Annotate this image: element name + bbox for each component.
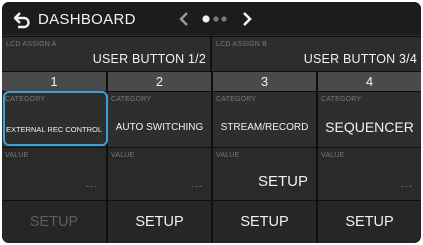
page-dot-3 xyxy=(221,16,227,22)
category-value: SEQUENCER xyxy=(325,119,414,135)
value-cell-3[interactable]: VALUE SETUP xyxy=(213,148,316,200)
category-cell-4[interactable]: CATEGORY SEQUENCER xyxy=(318,92,421,147)
page-dot-1 xyxy=(202,15,210,23)
value-label: VALUE xyxy=(5,152,29,159)
dashboard-screen: DASHBOARD LCD ASSIGN A USER BUTTON 1/2 L… xyxy=(2,2,421,243)
value-label: VALUE xyxy=(216,152,240,159)
category-label: CATEGORY xyxy=(5,96,46,103)
lcd-assign-a-value: USER BUTTON 1/2 xyxy=(92,52,206,66)
value-cell-4[interactable]: VALUE --- xyxy=(318,148,421,200)
value-text: --- xyxy=(401,181,413,191)
lcd-assign-b-label: LCD ASSIGN B xyxy=(216,41,268,48)
value-label: VALUE xyxy=(321,152,345,159)
category-cell-1[interactable]: CATEGORY EXTERNAL REC CONTROL xyxy=(2,92,106,147)
page-title: DASHBOARD xyxy=(38,11,136,28)
category-cell-2[interactable]: CATEGORY AUTO SWITCHING xyxy=(108,92,211,147)
header-bar: DASHBOARD xyxy=(2,2,421,36)
value-cell-2[interactable]: VALUE --- xyxy=(108,148,211,200)
lcd-assign-a[interactable]: LCD ASSIGN A USER BUTTON 1/2 xyxy=(2,37,210,71)
lcd-assign-a-label: LCD ASSIGN A xyxy=(6,41,57,48)
category-label: CATEGORY xyxy=(216,96,257,103)
channel-number-3: 3 xyxy=(213,72,316,91)
lcd-assign-b-value: USER BUTTON 3/4 xyxy=(303,52,417,66)
category-cell-3[interactable]: CATEGORY STREAM/RECORD xyxy=(213,92,316,147)
lcd-assign-b[interactable]: LCD ASSIGN B USER BUTTON 3/4 xyxy=(212,37,421,71)
category-label: CATEGORY xyxy=(111,96,152,103)
value-cell-1[interactable]: VALUE --- xyxy=(2,148,106,200)
back-return-icon[interactable] xyxy=(12,10,32,30)
channel-number-2: 2 xyxy=(108,72,211,91)
page-indicator xyxy=(202,15,227,23)
value-setup-text: SETUP xyxy=(257,173,308,190)
value-text: --- xyxy=(86,181,98,191)
channel-number-1: 1 xyxy=(2,72,106,91)
category-value: STREAM/RECORD xyxy=(220,122,309,133)
value-label: VALUE xyxy=(111,152,135,159)
setup-button-3[interactable]: SETUP xyxy=(213,201,316,243)
value-text: --- xyxy=(191,181,203,191)
category-label: CATEGORY xyxy=(321,96,362,103)
setup-button-2[interactable]: SETUP xyxy=(108,201,211,243)
setup-button-4[interactable]: SETUP xyxy=(318,201,421,243)
category-value: AUTO SWITCHING xyxy=(115,122,204,133)
chevron-left-icon[interactable] xyxy=(177,11,191,27)
lcd-assign-row: LCD ASSIGN A USER BUTTON 1/2 LCD ASSIGN … xyxy=(2,37,421,71)
chevron-right-icon[interactable] xyxy=(240,11,254,27)
setup-button-1[interactable]: SETUP xyxy=(2,201,106,243)
category-value: EXTERNAL REC CONTROL xyxy=(6,125,102,134)
channel-number-4: 4 xyxy=(318,72,421,91)
page-dot-2 xyxy=(213,16,219,22)
